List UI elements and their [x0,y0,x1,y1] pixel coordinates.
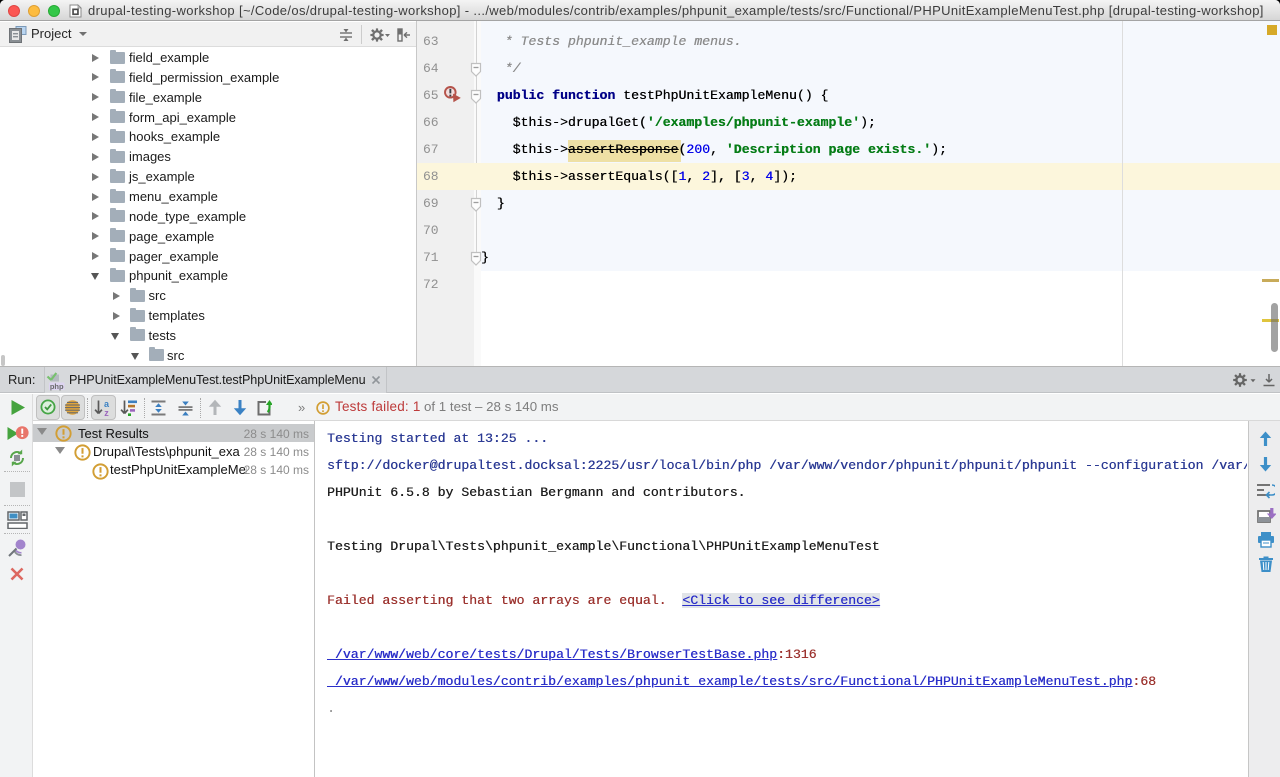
svg-text:z: z [104,408,109,417]
svg-text:php: php [50,382,64,391]
